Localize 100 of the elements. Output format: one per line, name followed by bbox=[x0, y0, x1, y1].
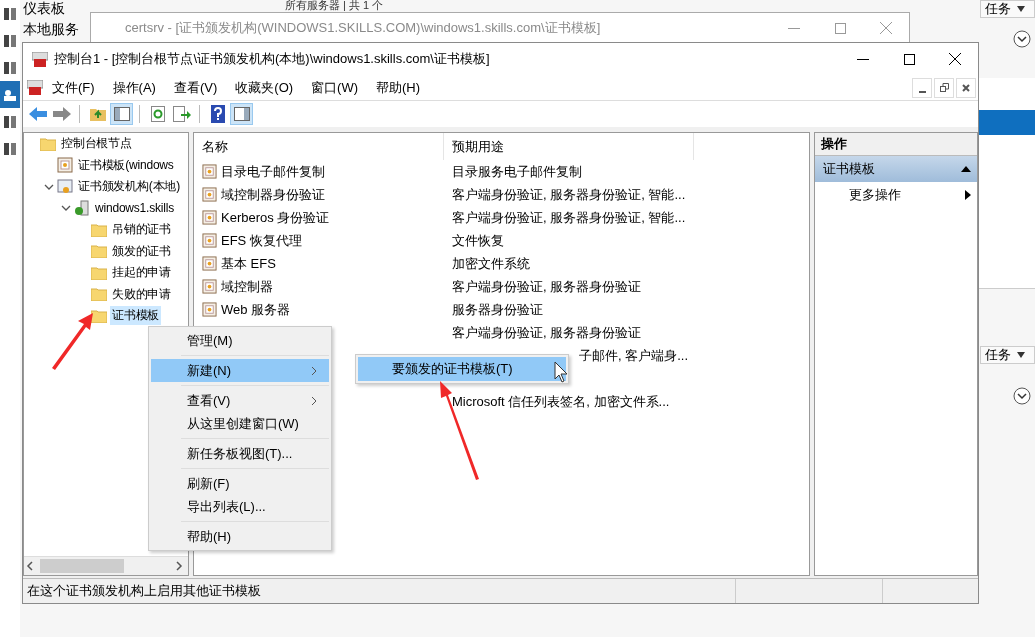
annotation-arrow bbox=[52, 313, 93, 370]
certificate-icon bbox=[202, 210, 217, 225]
menu-item[interactable]: 查看(V) bbox=[164, 78, 227, 97]
menu-item[interactable]: 要颁发的证书模板(T) bbox=[358, 357, 566, 381]
menu-item[interactable]: 查看(V) bbox=[151, 389, 329, 412]
horizontal-scrollbar[interactable] bbox=[24, 556, 188, 575]
close-button[interactable] bbox=[956, 77, 976, 98]
table-cell: 客户端身份验证, 服务器身份验证, 智能... bbox=[452, 185, 686, 204]
table-cell: 域控制器身份验证 bbox=[221, 185, 325, 204]
section-header: 所有服务器 | 共 1 个 bbox=[285, 0, 384, 11]
refresh-icon bbox=[150, 106, 165, 122]
column-header[interactable]: 预期用途 bbox=[444, 133, 694, 160]
console-icon bbox=[32, 51, 48, 67]
console-icon bbox=[27, 80, 43, 95]
users-icon bbox=[3, 87, 17, 102]
tasks-button[interactable]: 任务 bbox=[980, 0, 1035, 18]
server-icon bbox=[3, 114, 17, 129]
status-text: 在这个证书颁发机构上启用其他证书模板 bbox=[26, 582, 262, 600]
maximize-icon bbox=[834, 22, 846, 34]
table-cell: 加密文件系统 bbox=[452, 254, 530, 273]
export-icon bbox=[172, 106, 191, 122]
folder-icon bbox=[91, 222, 107, 237]
table-cell: 域控制器 bbox=[221, 277, 273, 296]
menu-item[interactable]: 窗口(W) bbox=[302, 78, 367, 97]
server-icon bbox=[3, 60, 17, 75]
table-cell: 目录电子邮件复制 bbox=[221, 162, 325, 181]
dropdown-arrow-icon bbox=[1017, 6, 1025, 12]
menu-item[interactable]: 新建(N) bbox=[151, 359, 329, 382]
action-item[interactable]: 更多操作 bbox=[815, 182, 977, 208]
tree-item[interactable]: 控制台根节点 bbox=[59, 134, 134, 154]
table-cell: Kerberos 身份验证 bbox=[221, 208, 330, 227]
menu-item[interactable]: 文件(F) bbox=[43, 78, 104, 97]
tree-item[interactable]: 吊销的证书 bbox=[110, 220, 173, 240]
menu-item[interactable]: 导出列表(L)... bbox=[151, 495, 329, 518]
tree-item[interactable]: windows1.skills bbox=[93, 200, 177, 217]
menu-item[interactable]: 刷新(F) bbox=[151, 472, 329, 495]
minimize-icon bbox=[857, 58, 869, 60]
table-cell: 客户端身份验证, 服务器身份验证 bbox=[452, 277, 642, 296]
minimize-icon bbox=[918, 90, 926, 93]
tree-item[interactable]: 失败的申请 bbox=[110, 284, 173, 304]
tree-item[interactable]: 证书模板 bbox=[110, 306, 162, 326]
help-icon bbox=[210, 105, 225, 123]
export-button[interactable] bbox=[170, 103, 193, 125]
certificate-icon bbox=[57, 157, 73, 174]
menu-item[interactable]: 帮助(H) bbox=[367, 78, 430, 97]
tree-item[interactable]: 证书模板(windows bbox=[76, 155, 176, 175]
window-title: certsrv - [证书颁发机构(WINDOWS1.SKILLS.COM)\windows1.skills.com\证书模板] bbox=[124, 19, 602, 37]
table-cell: 客户端身份验证, 服务器身份验证 bbox=[452, 323, 642, 342]
column-header[interactable]: 名称 bbox=[194, 133, 444, 160]
expand-icon[interactable] bbox=[1013, 30, 1031, 48]
action-pane-toggle-button[interactable] bbox=[230, 103, 253, 125]
menu-item[interactable]: 管理(M) bbox=[151, 329, 329, 352]
certificate-icon bbox=[202, 279, 217, 294]
tasks-button[interactable]: 任务 bbox=[980, 346, 1035, 364]
dropdown-arrow-icon bbox=[1017, 352, 1025, 358]
mouse-cursor bbox=[554, 361, 568, 383]
table-cell: 文件恢复 bbox=[452, 231, 504, 250]
selected-row bbox=[978, 110, 1035, 135]
certificate-icon bbox=[202, 187, 217, 202]
certificate-icon bbox=[202, 233, 217, 248]
restore-icon bbox=[939, 83, 949, 92]
menu-item[interactable]: 操作(A) bbox=[103, 78, 165, 97]
tree-toggle-button[interactable] bbox=[110, 103, 133, 125]
table-cell: 基本 EFS bbox=[221, 254, 276, 273]
action-group-header[interactable]: 证书模板 bbox=[815, 156, 977, 182]
folder-icon bbox=[91, 287, 107, 302]
sidebar-item[interactable]: 本地服务 bbox=[20, 21, 82, 37]
tree-item[interactable]: 挂起的申请 bbox=[110, 263, 173, 283]
forward-arrow-icon bbox=[52, 107, 71, 121]
folder-up-icon bbox=[89, 107, 106, 121]
certificate-icon bbox=[202, 302, 217, 317]
certificate-icon bbox=[202, 164, 217, 179]
pane-icon bbox=[233, 107, 250, 121]
menu-item[interactable]: 从这里创建窗口(W) bbox=[151, 412, 329, 435]
table-cell: EFS 恢复代理 bbox=[221, 231, 302, 250]
tree-item[interactable]: 证书颁发机构(本地) bbox=[76, 177, 182, 197]
server-icon bbox=[74, 200, 90, 217]
scroll-left-icon bbox=[24, 560, 36, 572]
pane-icon bbox=[113, 107, 130, 121]
sidebar-item[interactable]: 仪表板 bbox=[20, 0, 68, 16]
expand-icon[interactable] bbox=[1013, 387, 1031, 405]
minimize-button[interactable] bbox=[912, 77, 932, 98]
server-icon bbox=[3, 6, 17, 21]
maximize-icon bbox=[903, 53, 915, 65]
submenu-arrow-icon bbox=[965, 190, 971, 200]
folder-icon bbox=[91, 244, 107, 259]
restore-button[interactable] bbox=[934, 77, 954, 98]
window-title: 控制台1 - [控制台根节点\证书颁发机构(本地)\windows1.skills.com\证书模板] bbox=[54, 50, 490, 68]
server-icon bbox=[3, 33, 17, 48]
table-cell: 子邮件, 客户端身... bbox=[578, 346, 688, 365]
table-cell: 客户端身份验证, 服务器身份验证, 智能... bbox=[452, 208, 686, 227]
menu-item[interactable]: 收藏夹(O) bbox=[226, 78, 303, 97]
back-arrow-icon bbox=[28, 107, 47, 121]
minimize-icon bbox=[788, 27, 800, 29]
table-cell: 目录服务电子邮件复制 bbox=[452, 162, 582, 181]
menu-item[interactable]: 新任务板视图(T)... bbox=[151, 442, 329, 465]
close-icon bbox=[949, 53, 961, 65]
menu-item[interactable]: 帮助(H) bbox=[151, 525, 329, 548]
tree-item[interactable]: 颁发的证书 bbox=[110, 241, 173, 261]
certificate-icon bbox=[202, 256, 217, 271]
